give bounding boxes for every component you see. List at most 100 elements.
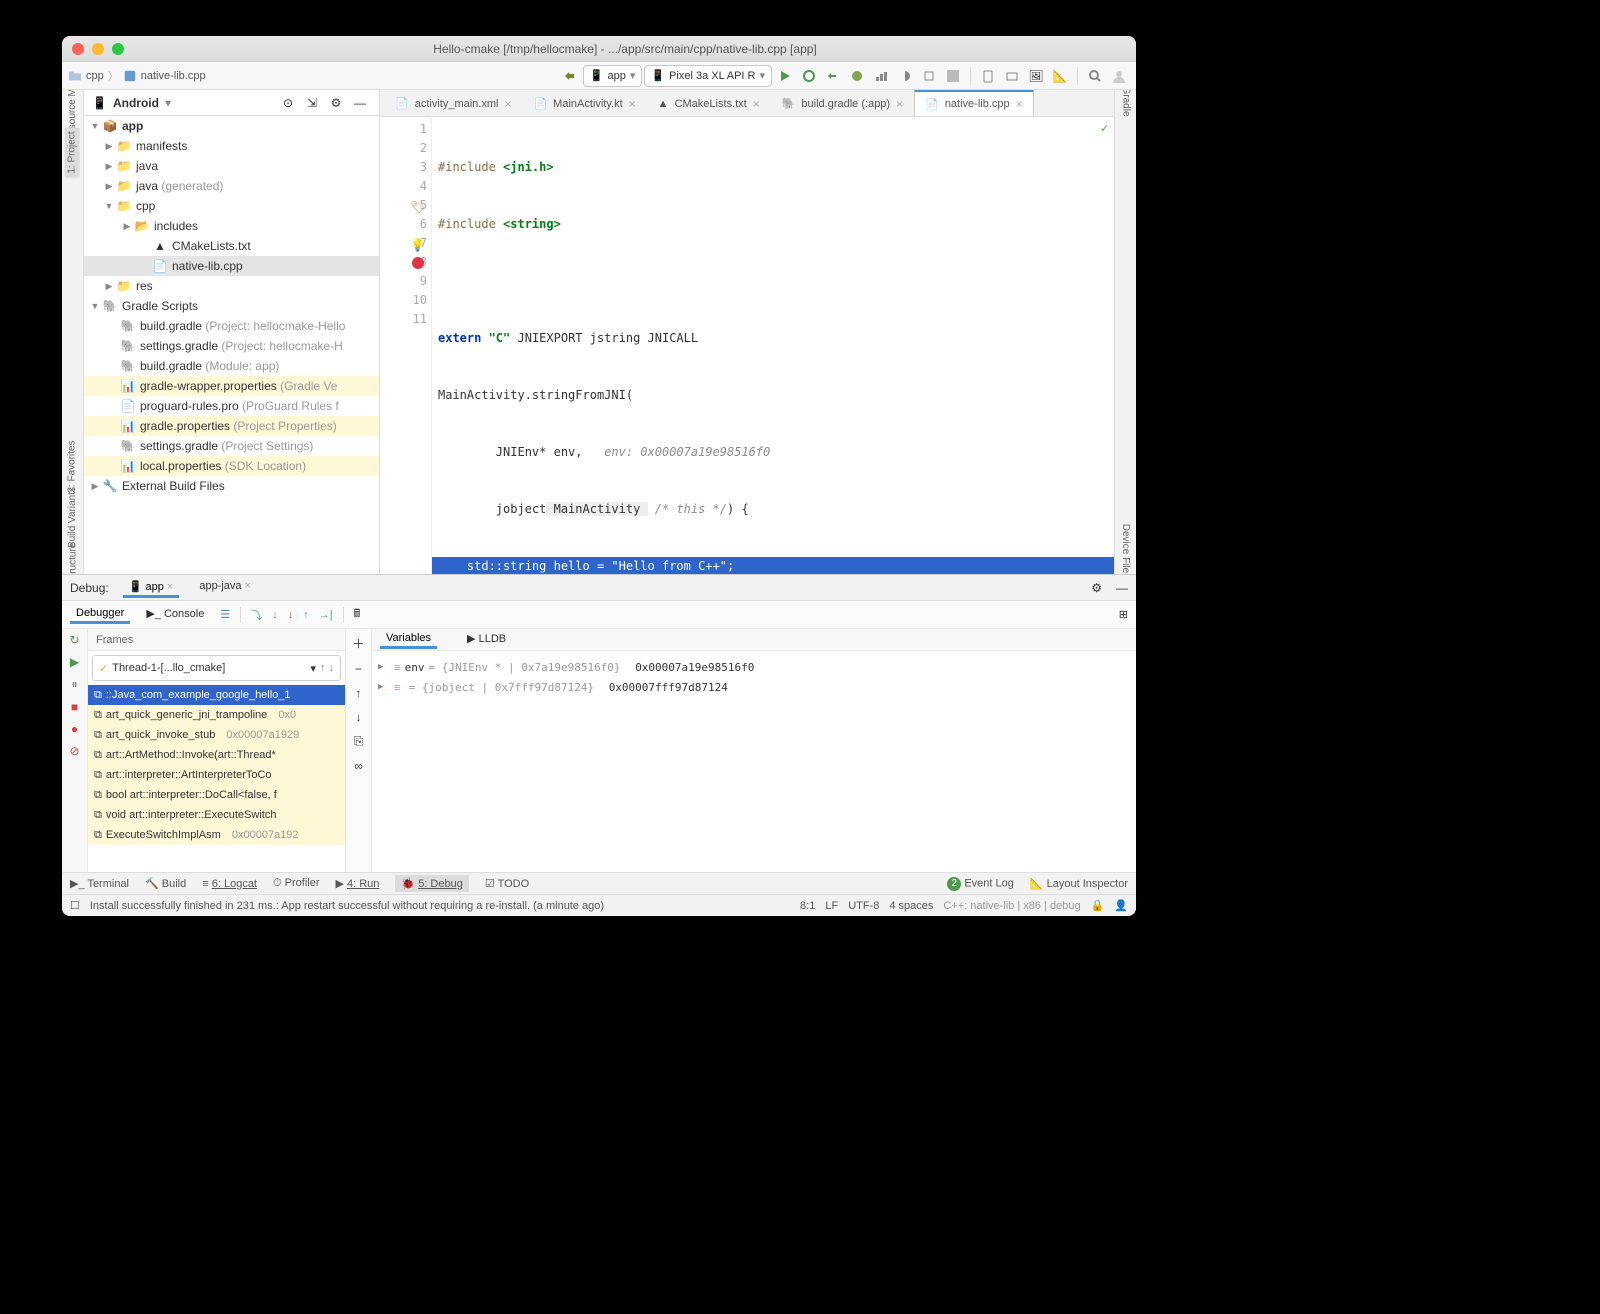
structure-tab[interactable]: 7: Structure (67, 543, 78, 574)
search-button[interactable] (1084, 65, 1106, 87)
device-selector[interactable]: 📱 Pixel 3a XL API R ▾ (644, 65, 772, 87)
indent-setting[interactable]: 4 spaces (889, 900, 933, 912)
collapse-all-button[interactable]: ⇲ (301, 92, 323, 114)
status-icon[interactable]: ☐ (70, 899, 80, 912)
line-ending[interactable]: LF (825, 900, 838, 912)
run-to-cursor-button[interactable]: →| (319, 609, 333, 621)
stack-frame[interactable]: ⧉art::interpreter::ArtInterpreterToCo (88, 765, 345, 785)
apply-changes-button[interactable] (798, 65, 820, 87)
terminal-tab[interactable]: ▶_ Terminal (70, 877, 129, 890)
attach-debugger-button[interactable] (918, 65, 940, 87)
settings-gear-icon[interactable]: ⚙ (325, 92, 347, 114)
force-step-into-button[interactable]: ↓ (288, 609, 294, 621)
lock-icon[interactable]: 🔒 (1091, 899, 1105, 912)
step-over-button[interactable]: ⤵ (251, 607, 262, 623)
stack-frame[interactable]: ⧉void art::interpreter::ExecuteSwitch (88, 805, 345, 825)
threads-view-icon[interactable]: ☰ (220, 608, 230, 621)
layout-settings-icon[interactable]: ⊞ (1119, 608, 1128, 621)
debugger-subtab[interactable]: Debugger (70, 605, 130, 624)
layout-inspector-button[interactable]: 📐 (1049, 65, 1071, 87)
user-icon[interactable] (1108, 65, 1130, 87)
step-out-button[interactable]: ↑ (303, 609, 309, 621)
debug-tab-app-java[interactable]: app-java × (193, 578, 257, 597)
close-tab-icon[interactable]: × (504, 97, 511, 111)
layout-inspector-tab[interactable]: 📐 Layout Inspector (1030, 877, 1128, 890)
tab-cmakelists[interactable]: ▲CMakeLists.txt× (647, 90, 771, 116)
apply-code-changes-button[interactable] (822, 65, 844, 87)
stack-frame[interactable]: ⧉art_quick_invoke_stub 0x00007a1929 (88, 725, 345, 745)
rerun-button[interactable]: ↻ (69, 633, 79, 647)
encoding[interactable]: UTF-8 (848, 900, 879, 912)
move-down-button[interactable]: ↓ (356, 710, 362, 724)
close-tab-icon[interactable]: × (245, 580, 251, 592)
stack-frame[interactable]: ⧉bool art::interpreter::DoCall<false, f (88, 785, 345, 805)
stack-frame[interactable]: ⧉art::ArtMethod::Invoke(art::Thread* (88, 745, 345, 765)
breakpoint-icon[interactable] (412, 257, 424, 269)
minimize-window-icon[interactable] (92, 43, 104, 55)
project-view-mode[interactable]: Android (113, 96, 159, 110)
logcat-tab[interactable]: ≡ 6: Logcat (202, 878, 257, 890)
resume-button[interactable]: ▶ (70, 655, 79, 669)
close-tab-icon[interactable]: × (167, 581, 173, 593)
console-subtab[interactable]: ▶_ Console (140, 605, 210, 625)
avd-manager-button[interactable] (977, 65, 999, 87)
evaluate-expression-button[interactable]: 🖩 (354, 605, 361, 624)
project-tab[interactable]: 1: Project (65, 127, 80, 177)
lldb-subtab[interactable]: ▶ LLDB (461, 630, 512, 650)
stop-button[interactable] (942, 65, 964, 87)
new-watch-button[interactable]: ＋ (352, 635, 364, 652)
step-into-button[interactable]: ↓ (272, 609, 278, 621)
favorites-tab[interactable]: 2: Favorites (67, 440, 78, 492)
debug-button[interactable] (846, 65, 868, 87)
sync-gradle-button[interactable] (559, 65, 581, 87)
gradle-tab[interactable]: Gradle (1120, 90, 1131, 117)
device-file-explorer-tab[interactable]: Device File Explorer (1120, 524, 1131, 574)
stack-frame[interactable]: ⧉art_quick_generic_jni_trampoline 0x0 (88, 705, 345, 725)
stack-frame-list[interactable]: ⧉::Java_com_example_google_hello_1 ⧉art_… (88, 685, 345, 872)
pause-button[interactable]: ⏸ (71, 677, 77, 692)
thread-selector[interactable]: ✓ Thread-1-[...llo_cmake] ▾ ↑ ↓ (92, 655, 341, 681)
tab-activity-main[interactable]: 📄activity_main.xml× (384, 90, 522, 116)
code-editor[interactable]: 1 2 3 4 5 🏷 6 7💡 8 9 10 11 #include <jni… (380, 117, 1114, 574)
variables-subtab[interactable]: Variables (380, 630, 437, 649)
move-up-button[interactable]: ↑ (356, 686, 362, 700)
close-tab-icon[interactable]: × (753, 97, 760, 111)
copy-button[interactable]: ⎘ (354, 734, 364, 749)
tab-build-gradle[interactable]: 🐘build.gradle (:app)× (771, 90, 914, 116)
build-context[interactable]: C++: native-lib | x86 | debug (943, 900, 1080, 912)
debug-tab-app[interactable]: 📱 app × (123, 578, 180, 598)
profiler-tab[interactable]: ⏱ Profiler (273, 877, 319, 890)
tab-main-activity[interactable]: 📄MainActivity.kt× (522, 90, 646, 116)
tab-native-lib[interactable]: 📄native-lib.cpp× (914, 90, 1034, 116)
line-gutter[interactable]: 1 2 3 4 5 🏷 6 7💡 8 9 10 11 (380, 117, 432, 574)
project-tree[interactable]: ▼📦app ▶📁manifests ▶📁java ▶📁java (generat… (84, 116, 379, 574)
build-variants-tab[interactable]: Build Variants (67, 487, 78, 548)
variable-list[interactable]: ▶≡ env = {JNIEnv * | 0x7a19e98516f0} 0x0… (372, 651, 1136, 872)
view-breakpoints-button[interactable]: ● (71, 722, 78, 736)
locate-file-button[interactable]: ⊙ (277, 92, 299, 114)
mute-breakpoints-button[interactable]: ⊘ (69, 744, 79, 758)
todo-tab[interactable]: ☑ TODO (485, 877, 529, 890)
run-tab[interactable]: ▶ 4: Run (335, 877, 379, 890)
memory-indicator-icon[interactable]: 👤 (1114, 899, 1128, 912)
navigation-breadcrumb[interactable]: cpp 〉 native-lib.cpp (68, 68, 206, 84)
profile-button[interactable] (870, 65, 892, 87)
remove-watch-button[interactable]: − (355, 662, 362, 676)
settings-gear-icon[interactable]: ⚙ (1091, 581, 1102, 595)
close-tab-icon[interactable]: × (1016, 97, 1023, 111)
close-window-icon[interactable] (72, 43, 84, 55)
close-tab-icon[interactable]: × (629, 97, 636, 111)
debug-tab[interactable]: 🐞 5: Debug (395, 875, 468, 892)
show-watches-button[interactable]: ∞ (354, 759, 363, 773)
cursor-position[interactable]: 8:1 (800, 900, 815, 912)
run-button[interactable] (774, 65, 796, 87)
stack-frame[interactable]: ⧉ExecuteSwitchImplAsm 0x00007a192 (88, 825, 345, 845)
hide-panel-button[interactable]: — (1116, 581, 1128, 595)
event-log-tab[interactable]: 2 Event Log (947, 877, 1014, 891)
build-tab[interactable]: 🔨 Build (145, 877, 186, 890)
stop-button[interactable]: ■ (71, 700, 78, 714)
sdk-manager-button[interactable] (1001, 65, 1023, 87)
resource-manager-button[interactable]: 🖼 (1025, 65, 1047, 87)
hide-panel-button[interactable]: — (349, 92, 371, 114)
close-tab-icon[interactable]: × (896, 97, 903, 111)
